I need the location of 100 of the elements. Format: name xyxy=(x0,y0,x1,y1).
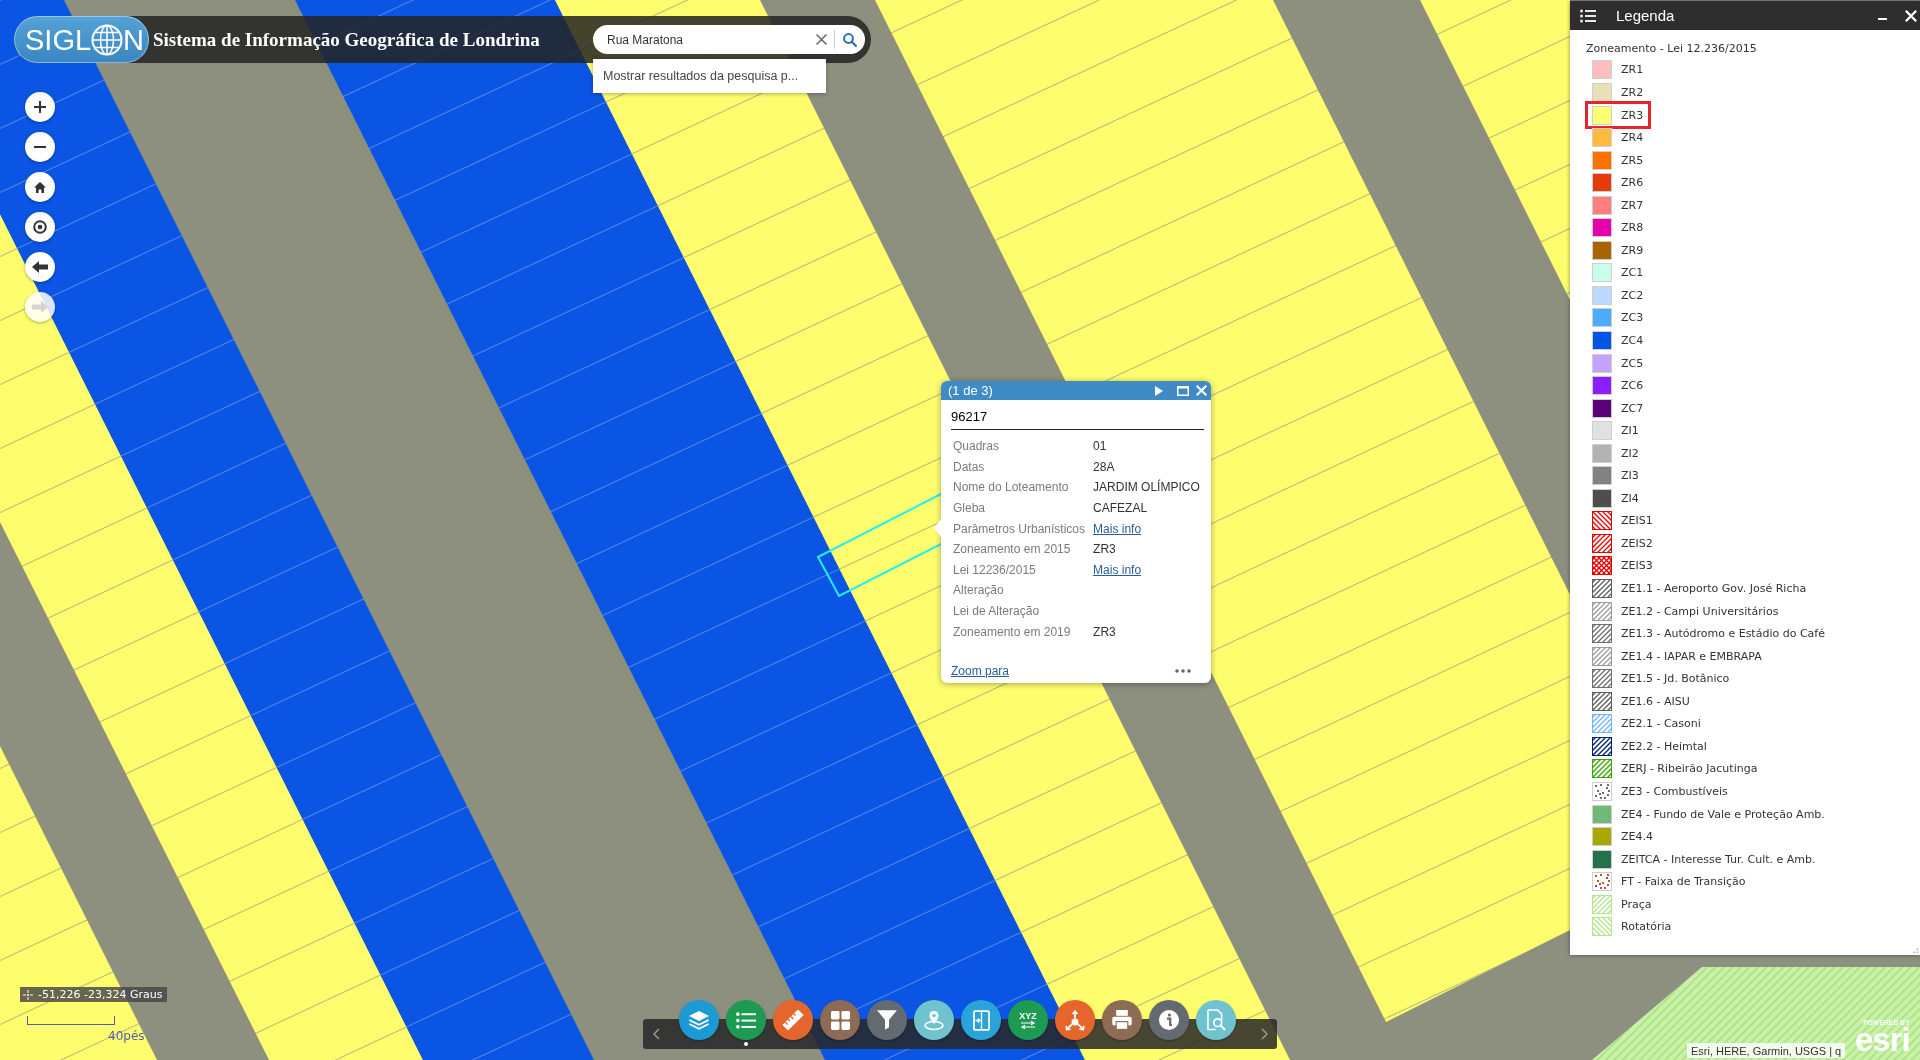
legend-label: ZE2.1 - Casoni xyxy=(1621,717,1701,731)
legend-label: ZR3 xyxy=(1621,108,1644,122)
legend-label: ZC6 xyxy=(1621,379,1644,393)
document-search-icon xyxy=(1206,1009,1226,1031)
crosshair-icon xyxy=(23,989,33,1000)
chevron-right-icon xyxy=(1260,1028,1268,1040)
logo-text: SIGL xyxy=(25,22,92,57)
search-button[interactable] xyxy=(841,30,859,49)
arrow-right-icon xyxy=(32,301,48,313)
field-label: Gleba xyxy=(953,501,987,516)
legend-label: ZR1 xyxy=(1621,63,1644,77)
globe-icon xyxy=(91,23,124,56)
legend-label: ZE4.4 xyxy=(1621,830,1653,844)
close-icon xyxy=(1905,9,1917,22)
legend-label: ZE1.3 - Autódromo e Estádio do Café xyxy=(1621,627,1825,641)
list-icon xyxy=(736,1011,756,1029)
field-value: 28A xyxy=(1093,459,1116,474)
search-suggestion[interactable]: Mostrar resultados da pesquisa p... xyxy=(593,59,826,93)
field-label: Quadras xyxy=(953,439,1001,454)
legend-label: ZR5 xyxy=(1621,153,1644,167)
field-label: Zoneamento em 2019 xyxy=(953,624,1072,639)
legend-label: ZE1.6 - AISU xyxy=(1621,694,1690,708)
legend-label: ZE2.2 - Heimtal xyxy=(1621,739,1707,753)
legend-label: ZR8 xyxy=(1621,221,1644,235)
legend-label: ZR2 xyxy=(1621,86,1644,99)
close-button[interactable] xyxy=(1905,9,1917,22)
more-info-link[interactable]: Mais info xyxy=(1093,521,1142,536)
field-value: ZR3 xyxy=(1093,542,1117,557)
legend-label: ZE4 - Fundo de Vale e Proteção Amb. xyxy=(1621,807,1825,821)
minimize-icon xyxy=(1878,17,1887,20)
scale-label: 40pés xyxy=(108,1029,145,1043)
field-label: Parâmetros Urbanísticos xyxy=(953,521,1086,536)
plus-icon xyxy=(34,101,46,113)
maximize-icon xyxy=(1177,385,1189,396)
more-button[interactable] xyxy=(1175,669,1191,673)
legend-label: FT - Faixa de Transição xyxy=(1621,875,1746,889)
legend-label: ZC5 xyxy=(1621,356,1644,370)
coordinates-text: -51,226 -23,324 Graus xyxy=(38,988,163,1001)
attribution-text: Esri, HERE, Garmin, USGS | q xyxy=(1687,1043,1846,1058)
legend-label: Praça xyxy=(1621,897,1652,911)
legend-label: ZC4 xyxy=(1621,334,1644,347)
field-label: Lei 12236/2015 xyxy=(953,562,1037,577)
legend-title: Legenda xyxy=(1616,7,1676,24)
popup-pager: (1 de 3) xyxy=(948,383,994,398)
play-icon xyxy=(1155,385,1163,396)
legend-label: ZE1.4 - IAPAR e EMBRAPA xyxy=(1621,649,1762,663)
close-icon xyxy=(1196,385,1207,396)
legend-group-title: Zoneamento - Lei 12.236/2015 xyxy=(1586,41,1758,57)
panel-arrows-icon xyxy=(972,1009,990,1031)
home-icon xyxy=(34,181,46,193)
layers-icon xyxy=(688,1009,710,1031)
feature-title: 96217 xyxy=(951,400,1204,430)
more-info-link[interactable]: Mais info xyxy=(1093,562,1142,577)
printer-icon xyxy=(1112,1010,1132,1030)
search-input[interactable]: Rua Maratona xyxy=(607,30,812,49)
zoom-to-link[interactable]: Zoom para xyxy=(951,664,1010,678)
chevron-left-icon xyxy=(652,1028,660,1040)
minus-icon xyxy=(34,146,46,148)
legend-label: Rotatória xyxy=(1621,920,1672,934)
list-icon xyxy=(1580,8,1596,23)
legend-label: ZERJ - Ribeirão Jacutinga xyxy=(1621,762,1758,776)
legend-label: ZR4 xyxy=(1621,131,1644,145)
logo-text: N xyxy=(123,22,145,57)
legend-label: ZR7 xyxy=(1621,198,1644,212)
minimize-button[interactable] xyxy=(1878,17,1887,20)
legend-label: ZEIS1 xyxy=(1621,514,1653,528)
nodes-icon xyxy=(1065,1009,1085,1031)
field-value: ZR3 xyxy=(1093,624,1117,639)
maximize-button[interactable] xyxy=(1177,385,1189,396)
legend-label: ZI2 xyxy=(1621,446,1639,460)
active-indicator-icon xyxy=(744,1042,748,1046)
legend-label: ZC1 xyxy=(1621,266,1644,280)
legend-label: ZEIS3 xyxy=(1621,559,1653,573)
legend-label: ZE3 - Combustíveis xyxy=(1621,784,1728,798)
target-icon xyxy=(33,220,47,234)
search-field[interactable]: Rua Maratona xyxy=(593,25,865,54)
resize-grip-icon xyxy=(1912,947,1918,953)
legend-label: ZC3 xyxy=(1621,311,1644,325)
legend-label: ZI1 xyxy=(1621,424,1639,438)
grid-icon xyxy=(830,1010,850,1030)
legend-label: ZE1.2 - Campi Universitários xyxy=(1621,604,1779,618)
field-label: Datas xyxy=(953,459,986,474)
app-title: Sistema de Informação Geográfica de Londrina xyxy=(153,28,540,51)
map-pin-icon xyxy=(924,1009,944,1031)
legend-label: ZI4 xyxy=(1621,491,1639,505)
close-icon xyxy=(815,34,827,45)
legend-label: ZI3 xyxy=(1621,469,1639,483)
field-value: JARDIM OLÍMPICO xyxy=(1093,480,1201,495)
search-icon xyxy=(843,32,857,47)
more-icon xyxy=(1175,669,1191,673)
filter-icon xyxy=(877,1010,897,1030)
info-icon xyxy=(1159,1010,1179,1030)
legend-label: ZR9 xyxy=(1621,243,1644,257)
legend-label: ZR6 xyxy=(1621,176,1644,190)
legend-label: ZE1.1 - Aeroporto Gov. José Richa xyxy=(1621,582,1807,596)
field-value: 01 xyxy=(1093,439,1108,454)
next-button[interactable] xyxy=(1155,385,1163,396)
field-label: Lei de Alteração xyxy=(953,604,1041,619)
legend-label: ZC7 xyxy=(1621,401,1644,415)
field-label: Nome do Loteamento xyxy=(953,480,1070,495)
